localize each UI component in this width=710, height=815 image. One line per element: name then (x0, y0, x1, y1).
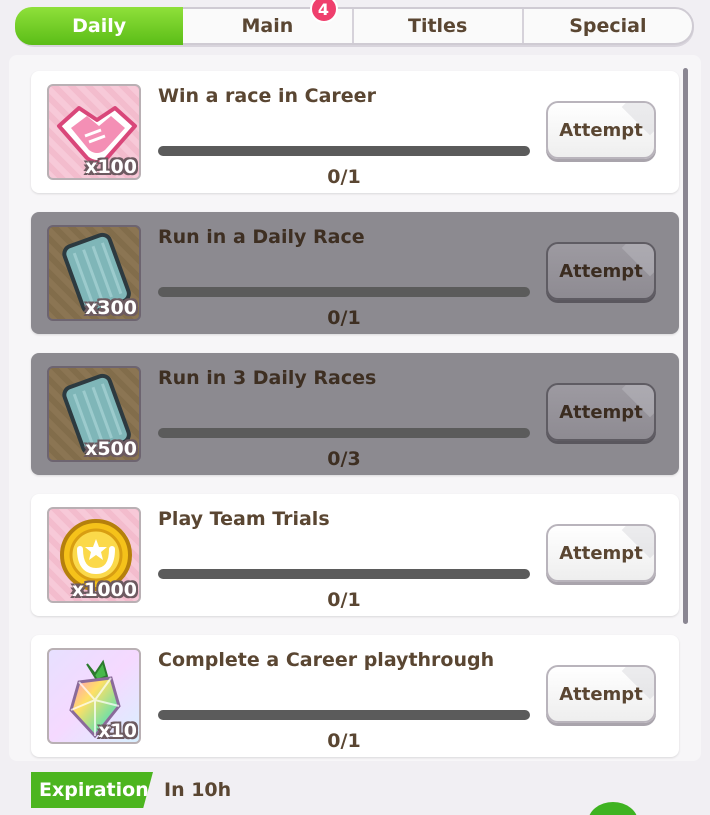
reward-slot: x100 (47, 84, 141, 180)
tab-label: Main (241, 15, 294, 37)
mission-title: Complete a Career playthrough (158, 649, 495, 671)
tab-daily[interactable]: Daily (15, 7, 184, 45)
mission-title: Play Team Trials (158, 508, 330, 530)
reward-quantity: x10 (98, 720, 137, 742)
progress-bar (158, 287, 530, 297)
attempt-button[interactable]: Attempt (546, 242, 656, 300)
expiration-label: Expiration (31, 772, 153, 808)
progress-bar (158, 569, 530, 579)
reward-slot: x1000 (47, 507, 141, 603)
progress-count: 0/1 (327, 589, 361, 611)
mission-card: x100 Win a race in Career 0/1 Attempt (31, 71, 679, 193)
mission-title: Run in 3 Daily Races (158, 367, 377, 389)
progress-bar (158, 428, 530, 438)
mission-tabs: Daily Main 4 Titles Special (15, 0, 694, 45)
mission-card: x500 Run in 3 Daily Races 0/3 Attempt (31, 353, 679, 475)
reward-slot: x10 (47, 648, 141, 744)
tab-label: Titles (407, 15, 468, 37)
tab-titles[interactable]: Titles (354, 9, 524, 43)
attempt-button[interactable]: Attempt (546, 383, 656, 441)
progress-count: 0/1 (327, 307, 361, 329)
progress-count: 0/1 (327, 730, 361, 752)
mission-card: x1000 Play Team Trials 0/1 Attempt (31, 494, 679, 616)
expiration-time: In 10h (164, 779, 232, 801)
notification-badge: 4 (309, 0, 338, 23)
tab-main[interactable]: Main 4 (183, 0, 354, 43)
reward-quantity: x1000 (71, 579, 137, 601)
mission-title: Run in a Daily Race (158, 226, 365, 248)
green-round-button[interactable] (588, 802, 638, 815)
attempt-button[interactable]: Attempt (546, 524, 656, 582)
reward-quantity: x100 (85, 156, 137, 178)
reward-quantity: x500 (85, 438, 137, 460)
reward-slot: x300 (47, 225, 141, 321)
attempt-button[interactable]: Attempt (546, 665, 656, 723)
reward-slot: x500 (47, 366, 141, 462)
progress-bar (158, 710, 530, 720)
tab-label: Daily (72, 15, 127, 37)
progress-bar (158, 146, 530, 156)
mission-card: x10 Complete a Career playthrough 0/1 At… (31, 635, 679, 757)
tab-special[interactable]: Special (524, 9, 692, 43)
attempt-button[interactable]: Attempt (546, 101, 656, 159)
mission-title: Win a race in Career (158, 85, 376, 107)
reward-quantity: x300 (85, 297, 137, 319)
missions-screen: Daily Main 4 Titles Special x100 Win a r… (0, 0, 710, 815)
mission-card: x300 Run in a Daily Race 0/1 Attempt (31, 212, 679, 334)
progress-count: 0/1 (327, 166, 361, 188)
list-scrollbar[interactable] (683, 68, 688, 624)
tab-label: Special (569, 15, 647, 37)
progress-count: 0/3 (327, 448, 361, 470)
